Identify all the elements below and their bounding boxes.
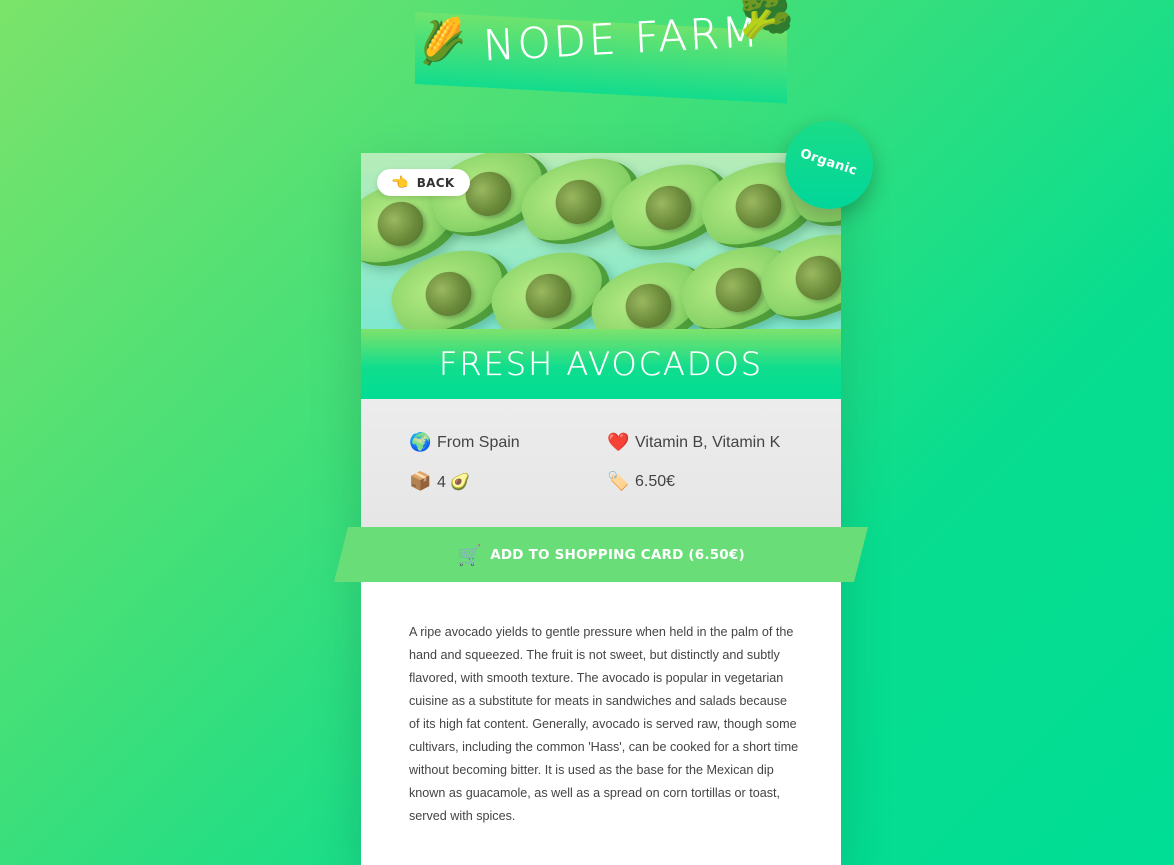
shopping-cart-icon: 🛒 — [457, 542, 483, 567]
price-text: 6.50€ — [635, 472, 676, 490]
site-header: 🌽 Node Farm 🥦 — [413, 0, 794, 104]
organic-badge: Organic — [785, 121, 873, 209]
organic-label: Organic — [798, 145, 860, 179]
back-button[interactable]: 👈 BACK — [377, 169, 471, 196]
product-card: 👈 BACK Fresh Avocados 🌍 From Spain ❤️ Vi… — [361, 153, 841, 865]
quantity-text: 4 🥑 — [437, 473, 471, 491]
package-icon: 📦 — [409, 471, 432, 491]
product-title: Fresh Avocados — [438, 345, 764, 383]
globe-icon: 🌍 — [409, 432, 432, 452]
product-quantity: 📦 4 🥑 — [409, 471, 470, 492]
product-price: 🏷️ 6.50€ — [607, 471, 675, 492]
pointing-hand-icon: 👈 — [391, 174, 409, 191]
corn-icon: 🌽 — [413, 15, 471, 69]
origin-text: From Spain — [437, 433, 520, 451]
broccoli-icon: 🥦 — [739, 0, 794, 41]
product-origin: 🌍 From Spain — [409, 432, 520, 453]
cart-button-label: ADD TO SHOPPING CARD (6.50€) — [490, 546, 745, 563]
back-label: BACK — [416, 175, 455, 190]
product-title-band: Fresh Avocados — [361, 329, 841, 399]
cart-button-content: 🛒 ADD TO SHOPPING CARD (6.50€) — [334, 527, 868, 582]
product-description: A ripe avocado yields to gentle pressure… — [409, 625, 799, 823]
product-details: 🌍 From Spain ❤️ Vitamin B, Vitamin K 📦 4… — [361, 399, 841, 527]
product-image: 👈 BACK — [361, 153, 841, 329]
product-nutrients: ❤️ Vitamin B, Vitamin K — [607, 432, 780, 453]
nutrients-text: Vitamin B, Vitamin K — [635, 433, 781, 451]
add-to-cart-button[interactable]: 🛒 ADD TO SHOPPING CARD (6.50€) — [334, 527, 868, 582]
heart-icon: ❤️ — [607, 432, 630, 452]
price-tag-icon: 🏷️ — [607, 471, 630, 491]
